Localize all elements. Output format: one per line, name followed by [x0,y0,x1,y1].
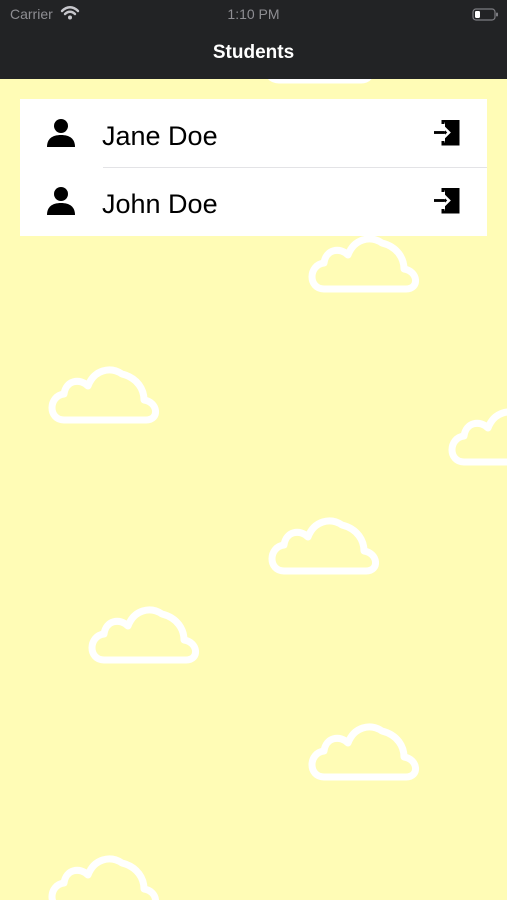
login-icon[interactable] [433,187,461,219]
person-icon [46,118,76,153]
student-row[interactable]: Jane Doe [20,99,487,168]
page-title: Students [212,42,295,63]
student-list: Jane Doe John Doe [20,99,487,236]
status-bar: Carrier 1:10 PM [0,0,507,30]
cloud [92,610,196,660]
student-row[interactable]: John Doe [20,167,487,236]
cloud [272,521,376,571]
status-time: 1:10 PM [227,6,280,22]
navigation-bar: Students [0,30,507,79]
login-icon[interactable] [433,119,461,151]
cloud [452,412,507,462]
cloud [312,727,416,777]
student-name: Jane Doe [102,121,218,151]
student-name: John Doe [102,189,218,219]
person-icon [46,186,76,221]
battery-icon [472,8,500,24]
cloud [52,859,156,900]
cloud [52,370,156,420]
cloud [312,239,416,289]
